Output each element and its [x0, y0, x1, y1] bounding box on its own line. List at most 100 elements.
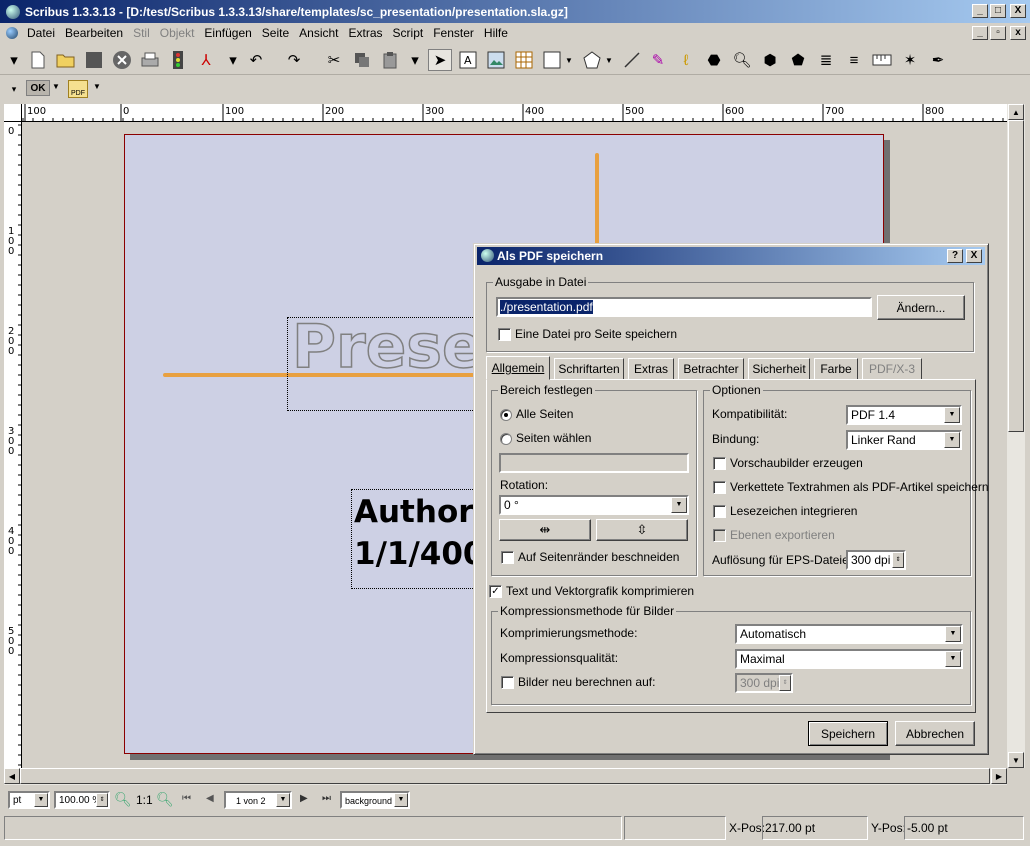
mirror-horizontal-button[interactable]: ⇹	[499, 519, 591, 541]
close-button[interactable]: X	[1010, 4, 1026, 18]
horizontal-ruler[interactable]: 100 0 100 200 300 400 500 600 700 800	[22, 104, 1007, 122]
page-select[interactable]: 1 von 2 ▼	[224, 791, 292, 809]
resample-images-checkbox[interactable]	[501, 676, 514, 689]
page-range-input[interactable]	[499, 453, 689, 473]
text-frame-icon[interactable]: A	[456, 49, 480, 71]
redo-icon[interactable]: ↷	[282, 49, 306, 71]
line-tool-icon[interactable]	[620, 49, 644, 71]
export-pdf-icon[interactable]: ⅄	[194, 49, 218, 71]
toolbar-handle-2[interactable]: ▾	[226, 49, 240, 71]
print-icon[interactable]	[138, 49, 162, 71]
undo-icon[interactable]: ↶	[244, 49, 268, 71]
tab-pdfx3[interactable]: PDF/X-3	[862, 358, 922, 380]
polygon-icon[interactable]	[580, 49, 604, 71]
open-folder-icon[interactable]	[54, 49, 78, 71]
cut-icon[interactable]: ✂	[322, 49, 346, 71]
compression-method-select[interactable]: Automatisch ▼	[735, 624, 963, 644]
tab-extras[interactable]: Extras	[628, 358, 674, 380]
menu-hilfe[interactable]: Hilfe	[479, 26, 513, 40]
scroll-right-button[interactable]: ▶	[991, 768, 1007, 784]
output-path-input[interactable]: ./presentation.pdf	[496, 297, 872, 317]
doc-restore-button[interactable]: ▫	[990, 26, 1006, 40]
rotation-select[interactable]: 0 ° ▼	[499, 495, 689, 515]
tab-betrachter[interactable]: Betrachter	[678, 358, 744, 380]
resample-dpi-spinbox[interactable]: 300 dpi ⇕	[735, 673, 793, 693]
image-frame-icon[interactable]	[484, 49, 508, 71]
scroll-up-button[interactable]: ▲	[1008, 104, 1024, 120]
polygon-dropdown-icon[interactable]: ▼	[603, 49, 615, 71]
dialog-help-button[interactable]: ?	[947, 249, 963, 263]
link-text-frames-icon[interactable]: ≣	[814, 49, 838, 71]
one-file-per-page-checkbox[interactable]	[498, 328, 511, 341]
close-document-icon[interactable]	[110, 49, 134, 71]
menu-datei[interactable]: Datei	[22, 26, 60, 40]
horizontal-scrollbar[interactable]: ◀ ▶	[4, 768, 1007, 785]
menu-script[interactable]: Script	[388, 26, 429, 40]
vertical-ruler[interactable]: 0100200300400500	[4, 122, 22, 770]
table-icon[interactable]	[512, 49, 536, 71]
copy-properties-icon[interactable]: ✶	[898, 49, 922, 71]
bezier-tool-icon[interactable]: ✎	[646, 49, 670, 71]
select-tool-icon[interactable]: ➤	[428, 49, 452, 71]
unit-select[interactable]: pt ▼	[8, 791, 50, 809]
rectangle-shape-icon[interactable]	[540, 49, 564, 71]
zoom-in-icon[interactable]: 🔍︎	[156, 791, 174, 808]
compression-quality-select[interactable]: Maximal ▼	[735, 649, 963, 669]
menu-fenster[interactable]: Fenster	[428, 26, 479, 40]
cancel-button[interactable]: Abbrechen	[895, 721, 975, 746]
menu-extras[interactable]: Extras	[344, 26, 388, 40]
menu-bearbeiten[interactable]: Bearbeiten	[60, 26, 128, 40]
rotate-item-icon[interactable]: ⬣	[702, 49, 726, 71]
toolbar2-handle[interactable]: ▾	[6, 78, 22, 100]
paste-icon[interactable]	[378, 49, 402, 71]
zoom-ratio-button[interactable]: 1:1	[136, 793, 153, 807]
doc-icon[interactable]	[6, 27, 18, 39]
save-icon[interactable]	[82, 49, 106, 71]
pdf-ok-button[interactable]: OK	[26, 80, 50, 96]
linked-frames-checkbox[interactable]	[713, 481, 726, 494]
tab-farbe[interactable]: Farbe	[814, 358, 858, 380]
menu-objekt[interactable]: Objekt	[155, 26, 200, 40]
first-page-icon[interactable]: ⏮	[182, 793, 191, 804]
compress-text-checkbox[interactable]: ✓	[489, 585, 502, 598]
previous-page-icon[interactable]: ◀	[206, 793, 214, 804]
vertical-scroll-thumb[interactable]	[1008, 120, 1024, 432]
clip-margins-checkbox[interactable]	[501, 551, 514, 564]
vertical-scrollbar[interactable]: ▲ ▼	[1007, 104, 1025, 768]
eyedropper-icon[interactable]: ✒	[926, 49, 950, 71]
layer-select[interactable]: background ▼	[340, 791, 410, 809]
toolbar-handle-3[interactable]: ▾	[408, 49, 422, 71]
pdf-dropdown-icon[interactable]: ▼	[93, 82, 101, 91]
menu-seite[interactable]: Seite	[257, 26, 294, 40]
compatibility-select[interactable]: PDF 1.4 ▼	[846, 405, 962, 425]
minimize-button[interactable]: _	[972, 4, 988, 18]
measurements-icon[interactable]	[870, 49, 894, 71]
dialog-close-button[interactable]: X	[966, 249, 982, 263]
all-pages-radio[interactable]	[500, 409, 512, 421]
freehand-line-icon[interactable]: ℓ	[674, 49, 698, 71]
select-pages-radio[interactable]	[500, 433, 512, 445]
unlink-text-frames-icon[interactable]: ≡	[842, 49, 866, 71]
toolbar-handle[interactable]: ▾	[6, 49, 22, 71]
next-page-icon[interactable]: ▶	[300, 793, 308, 804]
change-path-button[interactable]: Ändern...	[877, 295, 965, 320]
binding-select[interactable]: Linker Rand ▼	[846, 430, 962, 450]
menu-ansicht[interactable]: Ansicht	[294, 26, 343, 40]
tab-sicherheit[interactable]: Sicherheit	[748, 358, 810, 380]
bookmarks-checkbox[interactable]	[713, 505, 726, 518]
orange-vertical-line[interactable]	[595, 153, 599, 253]
shape-dropdown-icon[interactable]: ▼	[563, 49, 575, 71]
copy-icon[interactable]	[350, 49, 374, 71]
new-document-icon[interactable]	[26, 49, 50, 71]
doc-close-button[interactable]: x	[1010, 26, 1026, 40]
ok-dropdown-icon[interactable]: ▼	[52, 82, 60, 91]
pdf-field-button[interactable]: PDF	[68, 80, 88, 98]
maximize-button[interactable]: □	[990, 4, 1006, 18]
doc-minimize-button[interactable]: _	[972, 26, 988, 40]
last-page-icon[interactable]: ⏭	[322, 793, 331, 804]
horizontal-scroll-thumb[interactable]	[20, 768, 990, 784]
save-pdf-button[interactable]: Speichern	[808, 721, 888, 746]
edit-contents-icon[interactable]: ⬢	[758, 49, 782, 71]
menu-einfuegen[interactable]: Einfügen	[199, 26, 256, 40]
zoom-icon[interactable]: 🔍︎	[730, 49, 754, 71]
